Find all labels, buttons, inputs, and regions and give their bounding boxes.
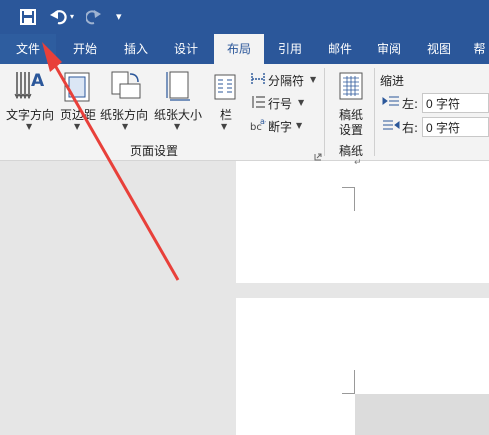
text-direction-button[interactable]: A 文字方向 ▼ bbox=[0, 64, 56, 134]
chevron-down-icon: ▼ bbox=[296, 121, 303, 130]
tab-2[interactable]: 插入 bbox=[112, 34, 160, 64]
margins-icon bbox=[64, 72, 90, 102]
orientation-button[interactable]: 纸张方向 ▼ bbox=[100, 64, 152, 134]
indent-right-label: 右: bbox=[402, 121, 419, 135]
indent-right-icon bbox=[383, 120, 400, 130]
text-direction-icon: A bbox=[14, 71, 44, 100]
group-separator bbox=[324, 68, 325, 156]
size-button[interactable]: 纸张大小 ▼ bbox=[152, 64, 204, 134]
document-gray-region bbox=[355, 394, 489, 435]
tab-6[interactable]: 邮件 bbox=[316, 34, 364, 64]
crop-mark bbox=[342, 187, 354, 188]
paragraph-mark: ↵ bbox=[354, 158, 362, 168]
columns-button[interactable]: 栏 ▼ bbox=[208, 64, 242, 134]
draft-paper-icon bbox=[339, 72, 363, 100]
page-setup-group-label: 页面设置 bbox=[130, 144, 179, 158]
chevron-down-icon: ▼ bbox=[174, 122, 181, 131]
crop-mark bbox=[354, 370, 355, 394]
tab-7[interactable]: 审阅 bbox=[366, 34, 412, 64]
chevron-down-icon: ▼ bbox=[74, 122, 81, 131]
tab-5[interactable]: 引用 bbox=[266, 34, 314, 64]
indent-left-label: 左: bbox=[402, 97, 419, 111]
margins-button[interactable]: 页边距 ▼ bbox=[56, 64, 100, 134]
indent-left-icon bbox=[382, 96, 399, 106]
undo-icon[interactable] bbox=[50, 0, 68, 37]
save-icon[interactable] bbox=[20, 0, 36, 37]
breaks-icon bbox=[251, 73, 265, 85]
tab-0[interactable]: 文件 bbox=[0, 34, 56, 64]
chevron-down-icon: ▼ bbox=[298, 98, 305, 107]
indent-title: 缩进 bbox=[380, 74, 405, 88]
size-label: 纸张大小 bbox=[154, 108, 203, 122]
svg-text:a-: a- bbox=[260, 118, 266, 126]
draft-paper-group-label: 稿纸 bbox=[339, 144, 364, 158]
svg-text:A: A bbox=[31, 71, 44, 91]
hyphenation-label: 断字 bbox=[268, 120, 293, 134]
orientation-icon bbox=[111, 71, 141, 99]
customize-icon[interactable]: ▾ bbox=[116, 0, 122, 34]
line-numbers-button[interactable]: 行号 ▼ bbox=[248, 93, 308, 113]
ribbon: A 文字方向 ▼ 页边距 ▼ 纸张方向 ▼ 纸张大小 ▼ 栏 ▼ 分隔符 ▼ 行… bbox=[0, 64, 489, 161]
document-page-1[interactable] bbox=[236, 161, 489, 283]
columns-label: 栏 bbox=[220, 108, 233, 122]
indent-left-field[interactable] bbox=[422, 93, 489, 113]
undo-dropdown-icon[interactable]: ▾ bbox=[70, 0, 74, 34]
title-bar: ▾ ▾ bbox=[0, 0, 489, 34]
line-numbers-icon bbox=[252, 96, 265, 108]
crop-mark bbox=[354, 187, 355, 211]
chevron-down-icon: ▼ bbox=[122, 122, 129, 131]
columns-icon bbox=[214, 74, 236, 100]
line-numbers-label: 行号 bbox=[268, 97, 293, 111]
indent-right-field[interactable] bbox=[422, 117, 489, 137]
draft-paper-label-2: 设置 bbox=[339, 123, 364, 137]
hyphenation-icon: bca- bbox=[250, 118, 266, 132]
text-direction-label: 文字方向 bbox=[6, 108, 55, 122]
crop-mark bbox=[342, 393, 354, 394]
chevron-down-icon: ▼ bbox=[310, 75, 317, 84]
tab-4[interactable]: 布局 bbox=[214, 34, 264, 64]
chevron-down-icon: ▼ bbox=[26, 122, 33, 131]
breaks-label: 分隔符 bbox=[268, 74, 305, 88]
chevron-down-icon: ▼ bbox=[221, 122, 228, 131]
tab-3[interactable]: 设计 bbox=[162, 34, 210, 64]
draft-paper-button[interactable]: 稿纸 设置 bbox=[330, 64, 372, 138]
group-separator bbox=[374, 68, 375, 156]
redo-icon[interactable] bbox=[85, 0, 102, 37]
breaks-button[interactable]: 分隔符 ▼ bbox=[248, 70, 320, 90]
tab-1[interactable]: 开始 bbox=[60, 34, 110, 64]
orientation-label: 纸张方向 bbox=[100, 108, 149, 122]
size-icon bbox=[166, 71, 190, 101]
margins-label: 页边距 bbox=[60, 108, 97, 122]
tab-9[interactable]: 帮 bbox=[470, 34, 489, 64]
tab-8[interactable]: 视图 bbox=[414, 34, 464, 64]
hyphenation-button[interactable]: bca- 断字 ▼ bbox=[248, 116, 308, 136]
